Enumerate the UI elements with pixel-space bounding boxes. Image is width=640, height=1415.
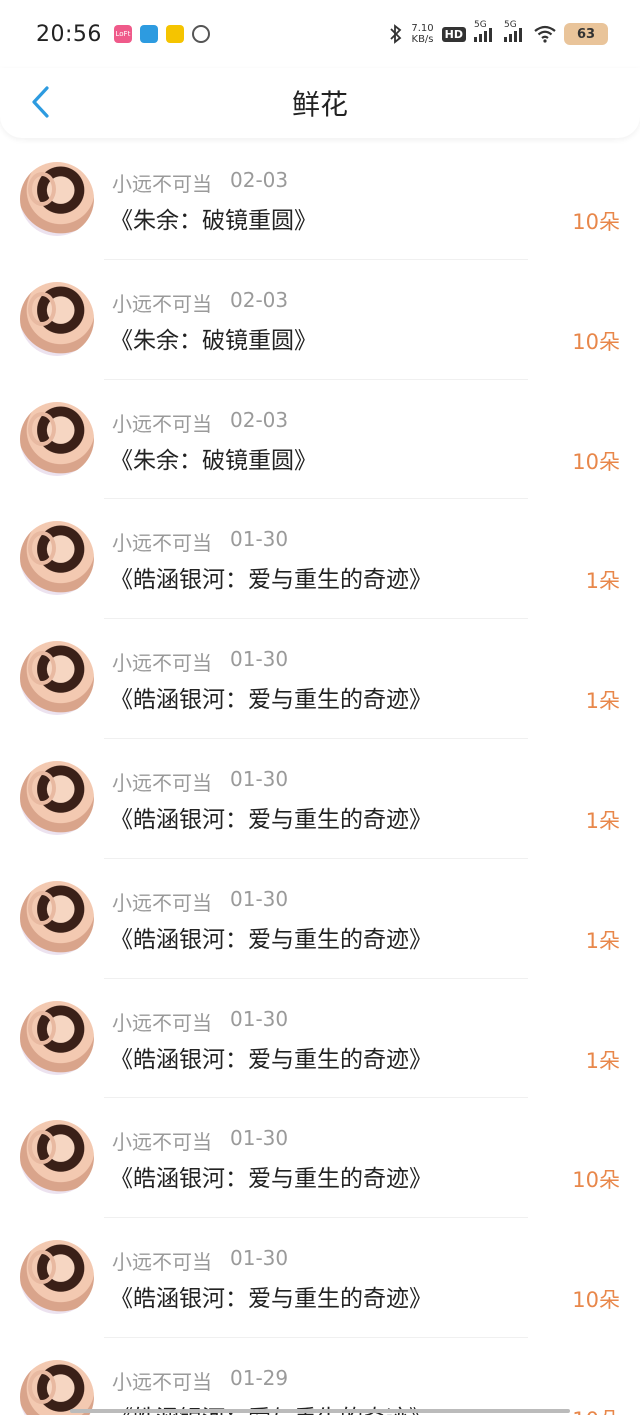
record-date: 01-30 bbox=[230, 1126, 289, 1151]
book-title[interactable]: 《皓涵银河：爱与重生的奇迹》 bbox=[110, 560, 432, 594]
flower-count: 10朵 bbox=[572, 1168, 620, 1193]
user-avatar[interactable] bbox=[20, 401, 94, 476]
user-avatar[interactable] bbox=[20, 1240, 94, 1315]
avatar-app-icon bbox=[191, 25, 210, 43]
flower-count: 1朵 bbox=[585, 808, 620, 833]
record-date: 01-30 bbox=[230, 766, 289, 791]
chevron-left-icon bbox=[32, 86, 49, 118]
net-speed-unit: KB/s bbox=[411, 34, 434, 45]
record-date: 01-30 bbox=[230, 1246, 289, 1271]
flower-count: 1朵 bbox=[585, 569, 620, 594]
flower-count: 10朵 bbox=[572, 1288, 620, 1313]
record-date: 01-30 bbox=[230, 647, 289, 672]
status-bar: 20:56 LoFt 7.10 KB/s HD 5G 5G 63 bbox=[0, 0, 640, 68]
book-title[interactable]: 《朱余：破镜重圆》 bbox=[110, 201, 317, 235]
user-name[interactable]: 小远不可当 bbox=[112, 168, 212, 197]
user-name[interactable]: 小远不可当 bbox=[112, 288, 212, 317]
hd-badge: HD bbox=[441, 26, 466, 42]
signal-2-icon: 5G bbox=[504, 20, 526, 42]
record-date: 02-03 bbox=[230, 168, 289, 192]
user-name[interactable]: 小远不可当 bbox=[112, 1366, 212, 1395]
book-title[interactable]: 《朱余：破镜重圆》 bbox=[110, 321, 317, 355]
list-item[interactable]: 小远不可当01-29 《皓涵银河：爱与重生的奇迹》 10朵 bbox=[0, 1338, 640, 1415]
book-title[interactable]: 《皓涵银河：爱与重生的奇迹》 bbox=[110, 1159, 432, 1193]
user-name[interactable]: 小远不可当 bbox=[112, 887, 212, 916]
user-name[interactable]: 小远不可当 bbox=[112, 527, 212, 556]
list-item[interactable]: 小远不可当 02-03 《朱余：破镜重圆》 10朵 bbox=[0, 380, 640, 500]
flower-count: 10朵 bbox=[572, 210, 620, 234]
user-name[interactable]: 小远不可当 bbox=[112, 1007, 212, 1036]
flower-count: 10朵 bbox=[572, 329, 620, 354]
status-time: 20:56 bbox=[36, 21, 102, 47]
user-avatar[interactable] bbox=[20, 521, 94, 596]
page-title: 鲜花 bbox=[291, 88, 348, 121]
user-name[interactable]: 小远不可当 bbox=[112, 767, 212, 796]
status-indicators: 7.10 KB/s HD 5G 5G 63 bbox=[389, 20, 608, 45]
user-avatar[interactable] bbox=[20, 162, 94, 236]
list-item[interactable]: 小远不可当 01-30 《皓涵银河：爱与重生的奇迹》 1朵 bbox=[0, 499, 640, 620]
book-title[interactable]: 《皓涵银河：爱与重生的奇迹》 bbox=[110, 680, 432, 714]
signal-2-label: 5G bbox=[504, 20, 517, 30]
user-name[interactable]: 小远不可当 bbox=[112, 408, 212, 437]
list-item[interactable]: 小远不可当 01-30 《皓涵银河：爱与重生的奇迹》 1朵 bbox=[0, 619, 640, 739]
flower-count: 1朵 bbox=[585, 1048, 620, 1073]
list-item[interactable]: 小远不可当 02-03 《朱余：破镜重圆》 10朵 bbox=[0, 260, 640, 380]
user-avatar[interactable] bbox=[20, 1359, 94, 1415]
book-title[interactable]: 《皓涵银河：爱与重生的奇迹》 bbox=[110, 920, 432, 954]
record-date: 01-29 bbox=[230, 1365, 289, 1390]
user-avatar[interactable] bbox=[20, 1000, 94, 1075]
battery-indicator: 63 bbox=[564, 23, 608, 45]
list-item[interactable]: 小远不可当 01-30 《皓涵银河：爱与重生的奇迹》 1朵 bbox=[0, 859, 640, 979]
user-avatar[interactable] bbox=[20, 880, 94, 955]
signal-1-label: 5G bbox=[474, 20, 487, 30]
user-avatar[interactable] bbox=[20, 1120, 94, 1195]
flowers-page: 20:56 LoFt 7.10 KB/s HD 5G 5G 63 鲜花 小远不可… bbox=[0, 0, 640, 1415]
book-title[interactable]: 《皓涵银河：爱与重生的奇迹》 bbox=[110, 1279, 432, 1313]
list-item[interactable]: 小远不可当 01-30 《皓涵银河：爱与重生的奇迹》 10朵 bbox=[0, 1098, 640, 1219]
page-header: 鲜花 bbox=[0, 68, 640, 138]
record-date: 01-30 bbox=[230, 527, 289, 552]
net-speed: 7.10 KB/s bbox=[411, 23, 433, 45]
list-item[interactable]: 小远不可当 02-03 《朱余：破镜重圆》 10朵 bbox=[0, 140, 640, 260]
book-title[interactable]: 《皓涵银河：爱与重生的奇迹》 bbox=[110, 800, 432, 834]
blue-app-icon bbox=[139, 25, 158, 43]
record-date: 01-30 bbox=[230, 1006, 289, 1031]
flower-count: 10朵 bbox=[572, 1404, 620, 1415]
list-item[interactable]: 小远不可当 01-30 《皓涵银河：爱与重生的奇迹》 1朵 bbox=[0, 739, 640, 859]
list-item[interactable]: 小远不可当 01-30 《皓涵银河：爱与重生的奇迹》 1朵 bbox=[0, 979, 640, 1099]
list-item[interactable]: 小远不可当 01-30 《皓涵银河：爱与重生的奇迹》 10朵 bbox=[0, 1218, 640, 1338]
book-title[interactable]: 《皓涵银河：爱与重生的奇迹》 bbox=[110, 1040, 432, 1074]
book-title[interactable]: 《朱余：破镜重圆》 bbox=[110, 441, 317, 475]
user-avatar[interactable] bbox=[20, 641, 94, 716]
user-avatar[interactable] bbox=[20, 281, 94, 356]
user-name[interactable]: 小远不可当 bbox=[112, 647, 212, 676]
status-app-icons: LoFt bbox=[113, 25, 210, 43]
record-date: 02-03 bbox=[230, 407, 289, 432]
record-date: 02-03 bbox=[230, 287, 289, 312]
flower-count: 1朵 bbox=[585, 689, 620, 714]
back-button[interactable] bbox=[20, 82, 60, 122]
user-name[interactable]: 小远不可当 bbox=[112, 1246, 212, 1275]
net-speed-value: 7.10 bbox=[411, 23, 434, 34]
home-indicator[interactable] bbox=[70, 1409, 570, 1413]
user-avatar[interactable] bbox=[20, 760, 94, 835]
flower-count: 10朵 bbox=[572, 449, 620, 474]
signal-1-icon: 5G bbox=[474, 20, 496, 42]
user-name[interactable]: 小远不可当 bbox=[112, 1126, 212, 1155]
wifi-icon bbox=[534, 25, 556, 43]
flower-record-list: 小远不可当 02-03 《朱余：破镜重圆》 10朵 小远不可当 02-03 《朱余：… bbox=[0, 140, 640, 1415]
clapper-app-icon bbox=[165, 25, 184, 43]
record-date: 01-30 bbox=[230, 886, 289, 911]
bluetooth-icon bbox=[390, 24, 402, 44]
lofter-app-icon: LoFt bbox=[113, 25, 132, 43]
flower-count: 1朵 bbox=[585, 928, 620, 953]
